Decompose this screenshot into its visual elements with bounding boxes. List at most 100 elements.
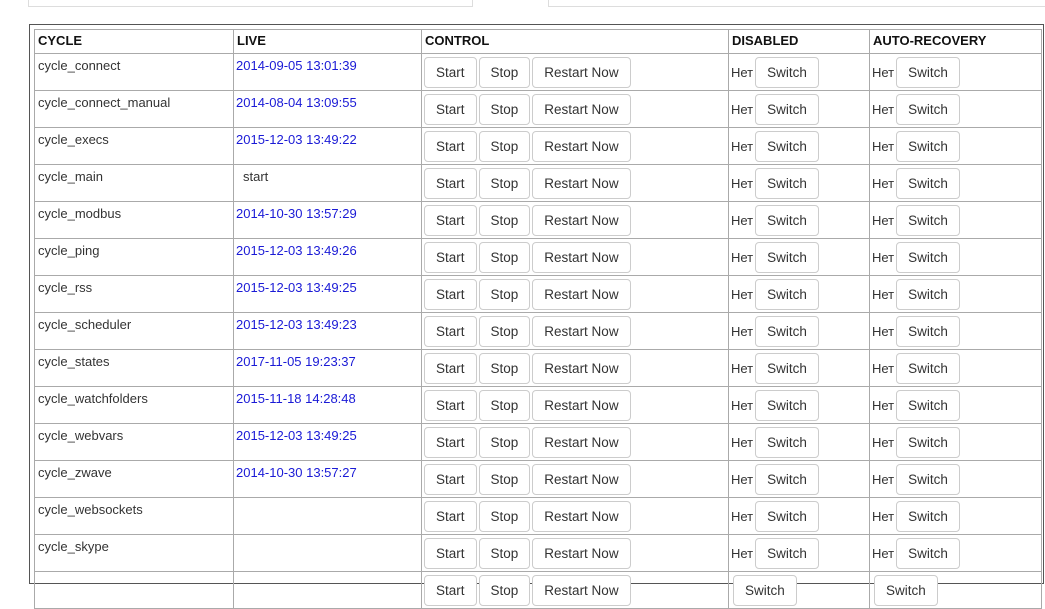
restart-now-button[interactable]: Restart Now	[532, 353, 631, 384]
auto-recovery-cell: Нет Switch	[869, 386, 1042, 424]
start-button[interactable]: Start	[424, 464, 477, 495]
restart-now-button[interactable]: Restart Now	[532, 464, 631, 495]
start-button[interactable]: Start	[424, 538, 477, 569]
auto-recovery-cell: Нет Switch	[869, 53, 1042, 91]
auto-recovery-switch-button[interactable]: Switch	[896, 427, 960, 458]
disabled-cell: Нет Switch	[728, 275, 870, 313]
disabled-switch-button[interactable]: Switch	[755, 538, 819, 569]
auto-recovery-switch-button[interactable]: Switch	[896, 279, 960, 310]
disabled-value: Нет	[731, 324, 754, 339]
stop-button[interactable]: Stop	[478, 131, 531, 162]
table-row: cycle_ping 2015-12-03 13:49:26 Start Stop Re…	[34, 238, 1042, 276]
stop-button[interactable]: Stop	[478, 168, 531, 199]
stop-button[interactable]: Stop	[478, 427, 531, 458]
disabled-switch-button[interactable]: Switch	[755, 316, 819, 347]
live-timestamp-link[interactable]: 2015-12-03 13:49:25	[236, 428, 357, 443]
auto-recovery-switch-button[interactable]: Switch	[896, 242, 960, 273]
start-button[interactable]: Start	[424, 205, 477, 236]
stop-button[interactable]: Stop	[478, 575, 531, 606]
live-timestamp-link[interactable]: 2015-12-03 13:49:22	[236, 132, 357, 147]
start-button[interactable]: Start	[424, 242, 477, 273]
stop-button[interactable]: Stop	[478, 353, 531, 384]
auto-recovery-switch-button[interactable]: Switch	[896, 353, 960, 384]
disabled-switch-button[interactable]: Switch	[755, 168, 819, 199]
disabled-switch-button[interactable]: Switch	[755, 279, 819, 310]
start-button[interactable]: Start	[424, 427, 477, 458]
start-button[interactable]: Start	[424, 575, 477, 606]
auto-recovery-value: Нет	[872, 213, 895, 228]
restart-now-button[interactable]: Restart Now	[532, 390, 631, 421]
restart-now-button[interactable]: Restart Now	[532, 575, 631, 606]
start-button[interactable]: Start	[424, 390, 477, 421]
live-timestamp-link[interactable]: 2014-10-30 13:57:27	[236, 465, 357, 480]
restart-now-button[interactable]: Restart Now	[532, 168, 631, 199]
disabled-switch-button[interactable]: Switch	[755, 131, 819, 162]
auto-recovery-switch-button[interactable]: Switch	[896, 168, 960, 199]
live-timestamp-link[interactable]: 2015-12-03 13:49:23	[236, 317, 357, 332]
auto-recovery-value: Нет	[872, 435, 895, 450]
live-timestamp-link[interactable]: 2014-09-05 13:01:39	[236, 58, 357, 73]
auto-recovery-switch-button[interactable]: Switch	[896, 131, 960, 162]
live-timestamp-link[interactable]: 2015-11-18 14:28:48	[236, 391, 356, 406]
auto-recovery-switch-button[interactable]: Switch	[874, 575, 938, 606]
start-button[interactable]: Start	[424, 168, 477, 199]
live-timestamp-link[interactable]: 2014-08-04 13:09:55	[236, 95, 357, 110]
cycle-name: cycle_ping	[34, 238, 234, 276]
stop-button[interactable]: Stop	[478, 316, 531, 347]
disabled-switch-button[interactable]: Switch	[755, 464, 819, 495]
restart-now-button[interactable]: Restart Now	[532, 427, 631, 458]
live-timestamp-link[interactable]: 2015-12-03 13:49:26	[236, 243, 357, 258]
restart-now-button[interactable]: Restart Now	[532, 205, 631, 236]
cycle-name: cycle_skype	[34, 534, 234, 572]
restart-now-button[interactable]: Restart Now	[532, 538, 631, 569]
start-button[interactable]: Start	[424, 131, 477, 162]
control-cell: Start Stop Restart Now	[421, 53, 729, 91]
start-button[interactable]: Start	[424, 279, 477, 310]
auto-recovery-switch-button[interactable]: Switch	[896, 205, 960, 236]
stop-button[interactable]: Stop	[478, 205, 531, 236]
stop-button[interactable]: Stop	[478, 538, 531, 569]
disabled-cell: Нет Switch	[728, 497, 870, 535]
start-button[interactable]: Start	[424, 94, 477, 125]
disabled-switch-button[interactable]: Switch	[755, 94, 819, 125]
auto-recovery-switch-button[interactable]: Switch	[896, 501, 960, 532]
disabled-switch-button[interactable]: Switch	[755, 242, 819, 273]
cycle-name: cycle_connect	[34, 53, 234, 91]
auto-recovery-switch-button[interactable]: Switch	[896, 57, 960, 88]
restart-now-button[interactable]: Restart Now	[532, 94, 631, 125]
stop-button[interactable]: Stop	[478, 94, 531, 125]
stop-button[interactable]: Stop	[478, 242, 531, 273]
stop-button[interactable]: Stop	[478, 390, 531, 421]
live-timestamp-link[interactable]: 2014-10-30 13:57:29	[236, 206, 357, 221]
disabled-switch-button[interactable]: Switch	[755, 57, 819, 88]
restart-now-button[interactable]: Restart Now	[532, 131, 631, 162]
stop-button[interactable]: Stop	[478, 57, 531, 88]
live-timestamp-link[interactable]: 2017-11-05 19:23:37	[236, 354, 356, 369]
disabled-switch-button[interactable]: Switch	[755, 427, 819, 458]
disabled-switch-button[interactable]: Switch	[755, 205, 819, 236]
restart-now-button[interactable]: Restart Now	[532, 242, 631, 273]
auto-recovery-switch-button[interactable]: Switch	[896, 316, 960, 347]
start-button[interactable]: Start	[424, 353, 477, 384]
auto-recovery-switch-button[interactable]: Switch	[896, 94, 960, 125]
live-timestamp-link[interactable]: 2015-12-03 13:49:25	[236, 280, 357, 295]
start-button[interactable]: Start	[424, 316, 477, 347]
restart-now-button[interactable]: Restart Now	[532, 501, 631, 532]
disabled-switch-button[interactable]: Switch	[755, 353, 819, 384]
disabled-switch-button[interactable]: Switch	[733, 575, 797, 606]
auto-recovery-switch-button[interactable]: Switch	[896, 464, 960, 495]
disabled-cell: Switch	[728, 571, 870, 609]
disabled-switch-button[interactable]: Switch	[755, 390, 819, 421]
disabled-switch-button[interactable]: Switch	[755, 501, 819, 532]
restart-now-button[interactable]: Restart Now	[532, 279, 631, 310]
start-button[interactable]: Start	[424, 501, 477, 532]
auto-recovery-switch-button[interactable]: Switch	[896, 390, 960, 421]
restart-now-button[interactable]: Restart Now	[532, 57, 631, 88]
stop-button[interactable]: Stop	[478, 501, 531, 532]
stop-button[interactable]: Stop	[478, 464, 531, 495]
restart-now-button[interactable]: Restart Now	[532, 316, 631, 347]
auto-recovery-switch-button[interactable]: Switch	[896, 538, 960, 569]
live-status-text	[236, 539, 243, 554]
start-button[interactable]: Start	[424, 57, 477, 88]
stop-button[interactable]: Stop	[478, 279, 531, 310]
